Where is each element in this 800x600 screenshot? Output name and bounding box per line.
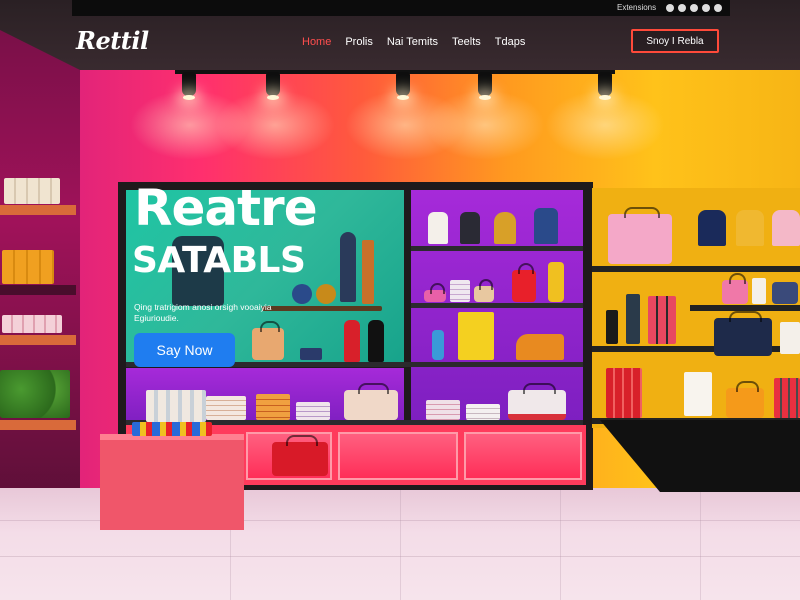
counter-items: [132, 422, 212, 436]
twitter-icon[interactable]: [690, 4, 698, 12]
product-bottle: [752, 278, 766, 304]
shop-now-button[interactable]: Say Now: [134, 333, 235, 367]
product-shirt: [428, 212, 448, 244]
product-stack: [256, 394, 290, 420]
site-logo[interactable]: Rettil: [76, 26, 149, 55]
product-bag: [512, 263, 536, 302]
product-handbag: [608, 207, 672, 264]
hero-description: Qing tratrigiom anosi orsigh vooaiyia Eg…: [134, 302, 272, 323]
product-bag: [252, 321, 284, 360]
product-bottle: [548, 262, 564, 302]
product-handbag: [726, 381, 764, 418]
product-handbag: [272, 435, 328, 476]
spotlight-icon: [396, 72, 410, 100]
nav-item-teelts[interactable]: Teelts: [452, 36, 481, 48]
wall-shelf: [0, 205, 76, 215]
product-shirt: [460, 212, 480, 244]
product-handbag: [508, 383, 566, 420]
spotlight-icon: [266, 72, 280, 100]
product-books: [648, 296, 676, 344]
product-stack: [296, 402, 330, 420]
product-shirt: [736, 210, 764, 246]
product-handbag: [714, 311, 772, 356]
floor-line: [560, 488, 561, 600]
product-boxes: [2, 250, 54, 284]
globe-prop: [316, 284, 336, 304]
product-shirt: [534, 208, 558, 244]
floor-line: [400, 488, 401, 600]
product-trophy: [494, 212, 516, 244]
light-glow: [545, 90, 665, 160]
product-bottle: [606, 310, 618, 344]
header-cta-button[interactable]: Snoy I Rebla: [631, 29, 719, 53]
display-counter: [100, 434, 244, 530]
top-strip: Extensions: [72, 0, 730, 16]
product-bag: [722, 273, 748, 304]
pinterest-icon[interactable]: [714, 4, 722, 12]
wall-shelf: [0, 335, 76, 345]
shelf: [411, 303, 583, 308]
light-glow: [215, 90, 335, 160]
facebook-icon[interactable]: [678, 4, 686, 12]
product-sculpture: [516, 334, 564, 360]
topbar-text[interactable]: Extensions: [617, 3, 656, 12]
product-book: [458, 312, 494, 360]
spotlight-icon: [598, 72, 612, 100]
product-books: [774, 378, 800, 418]
product-card: [684, 372, 712, 416]
wall-shelf: [0, 420, 76, 430]
plant-pots: [0, 370, 70, 418]
product-vase: [344, 320, 360, 362]
main-nav: Home Prolis Nai Temits Teelts Tdaps: [302, 36, 525, 48]
shelf: [411, 246, 583, 251]
wall-shelf: [0, 285, 76, 295]
product-book: [780, 322, 800, 354]
display-cell: [338, 432, 458, 480]
shelf: [592, 266, 800, 272]
light-track: [175, 70, 615, 74]
nav-item-nai-temits[interactable]: Nai Temits: [387, 36, 438, 48]
sculpture: [362, 240, 374, 304]
instagram-icon[interactable]: [702, 4, 710, 12]
product-shirt: [772, 210, 800, 246]
globe-prop: [292, 284, 312, 304]
nav-item-prolis[interactable]: Prolis: [345, 36, 373, 48]
product-shirt: [698, 210, 726, 246]
nav-item-tdaps[interactable]: Tdaps: [495, 36, 526, 48]
store-scene: Extensions Rettil Home Prolis Nai Temits…: [0, 0, 800, 600]
mannequin: [340, 232, 356, 302]
product-bag: [772, 282, 798, 304]
product-jars: [4, 178, 60, 204]
product-cosmetics: [2, 315, 62, 333]
nav-item-home[interactable]: Home: [302, 36, 331, 48]
product-bag: [474, 279, 494, 302]
product-bag: [424, 283, 446, 302]
product-stack: [466, 404, 500, 420]
product-stack: [206, 396, 246, 420]
hero-title: Reatre: [134, 179, 318, 237]
hero-subtitle: SATABLS: [132, 240, 306, 281]
product-handbag: [344, 383, 398, 420]
product-stack: [450, 280, 470, 302]
product-box: [300, 348, 322, 360]
product-bottle: [626, 294, 640, 344]
product-books: [606, 368, 642, 418]
light-glow: [425, 90, 545, 160]
product-vase: [432, 330, 444, 360]
product-bottles: [146, 390, 206, 422]
product-vase: [368, 320, 384, 362]
spotlight-icon: [182, 72, 196, 100]
floor-line: [700, 488, 701, 600]
spotlight-icon: [478, 72, 492, 100]
display-cell: [464, 432, 582, 480]
globe-icon[interactable]: [666, 4, 674, 12]
product-stack: [426, 400, 460, 420]
